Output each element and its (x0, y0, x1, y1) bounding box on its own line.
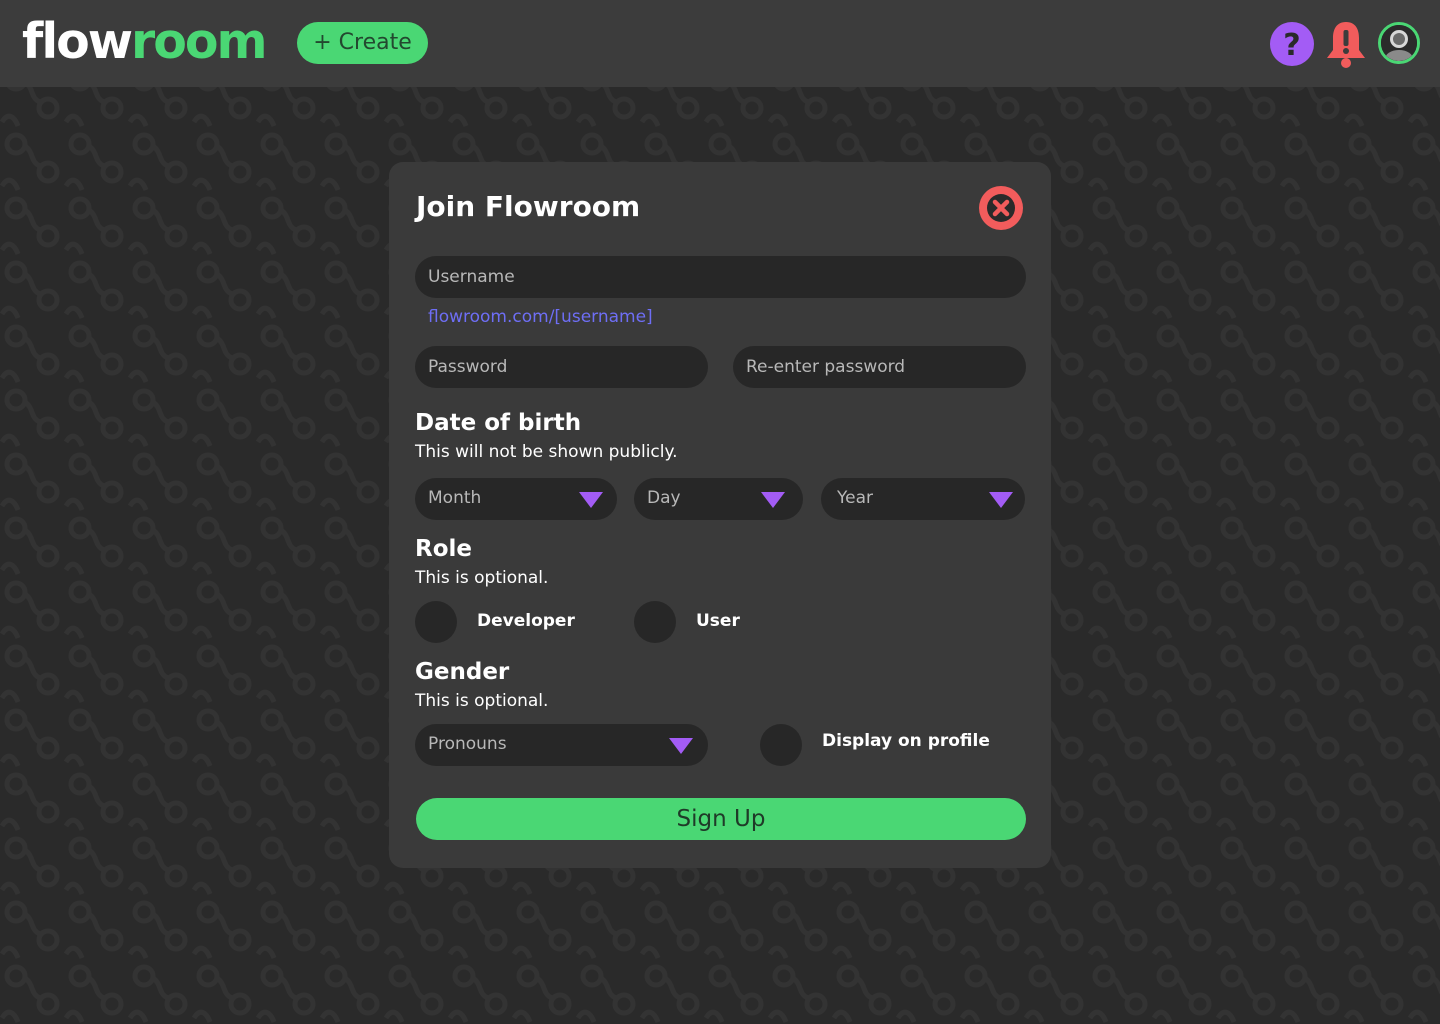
create-button[interactable]: + Create (297, 22, 428, 64)
developer-radio[interactable] (415, 601, 457, 643)
modal-title: Join Flowroom (416, 190, 641, 223)
logo-text-flow: flow (22, 13, 133, 70)
gender-subtitle: This is optional. (415, 691, 549, 711)
role-heading: Role (415, 536, 472, 562)
pronouns-select[interactable]: Pronouns (415, 724, 708, 766)
day-select-label: Day (647, 488, 681, 508)
developer-radio-label: Developer (477, 611, 575, 631)
dob-subtitle: This will not be shown publicly. (415, 442, 678, 462)
svg-text:?: ? (1283, 28, 1300, 63)
day-select[interactable]: Day (634, 478, 803, 520)
display-on-profile-label: Display on profile (822, 731, 990, 751)
reenter-password-input[interactable] (733, 346, 1026, 388)
top-navigation-bar: flowroom + Create ? (0, 0, 1440, 87)
signup-modal: Join Flowroom flowroom.com/[username] Da… (389, 162, 1051, 868)
year-select[interactable]: Year (821, 478, 1025, 520)
month-select-label: Month (428, 488, 482, 508)
gender-heading: Gender (415, 659, 510, 685)
logo-text-room: room (131, 13, 268, 70)
avatar-image (1381, 25, 1417, 61)
user-radio-label: User (696, 611, 740, 631)
triangle-down-icon (579, 492, 603, 508)
dob-heading: Date of birth (415, 410, 582, 436)
pronouns-select-label: Pronouns (428, 734, 507, 754)
user-avatar[interactable] (1378, 22, 1420, 64)
bell-icon[interactable] (1325, 20, 1367, 68)
triangle-down-icon (989, 492, 1013, 508)
help-icon[interactable]: ? (1270, 22, 1314, 66)
display-on-profile-toggle[interactable] (760, 724, 802, 766)
triangle-down-icon (761, 492, 785, 508)
month-select[interactable]: Month (415, 478, 617, 520)
close-button[interactable] (979, 186, 1023, 230)
username-input[interactable] (415, 256, 1026, 298)
profile-url-hint: flowroom.com/[username] (428, 307, 653, 327)
close-icon (987, 194, 1015, 222)
triangle-down-icon (669, 738, 693, 754)
sign-up-button[interactable]: Sign Up (416, 798, 1026, 840)
year-select-label: Year (837, 488, 873, 508)
password-input[interactable] (415, 346, 708, 388)
flowroom-logo[interactable]: flowroom (22, 13, 268, 70)
role-subtitle: This is optional. (415, 568, 549, 588)
user-radio[interactable] (634, 601, 676, 643)
